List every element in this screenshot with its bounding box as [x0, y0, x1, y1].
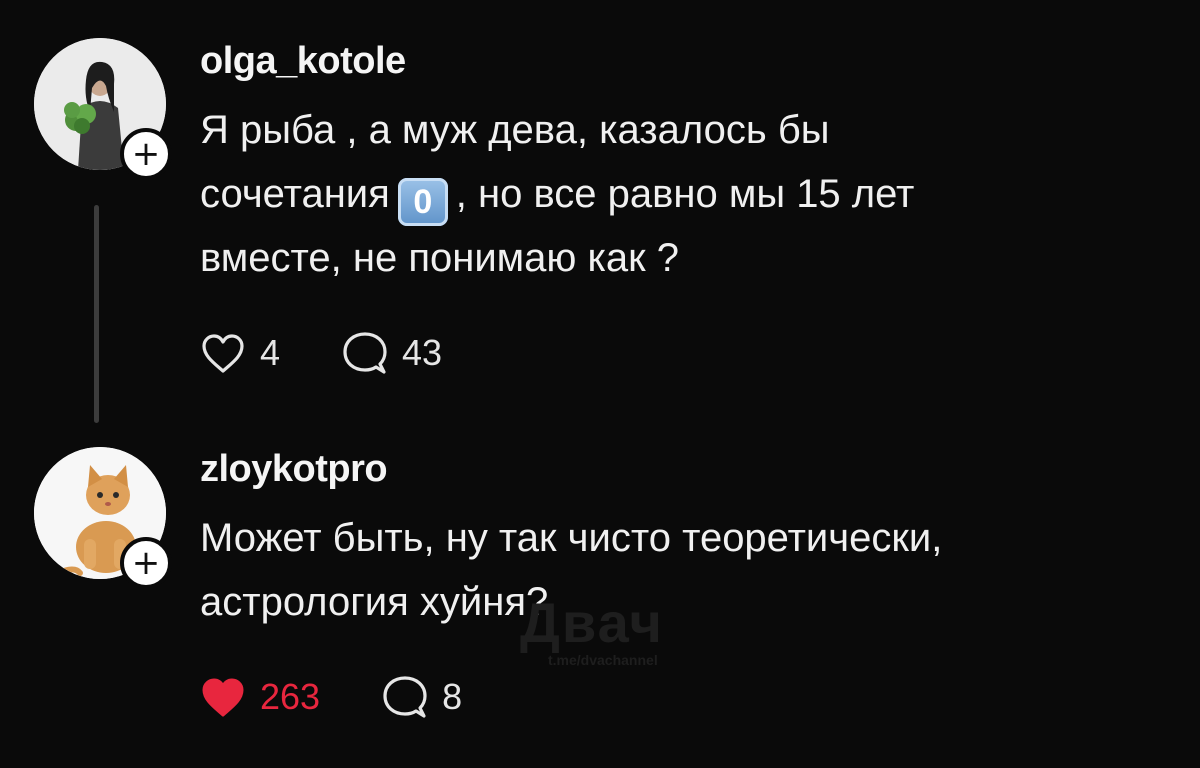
post-text-line: астрология хуйня? [200, 580, 549, 624]
heart-outline-icon [202, 334, 244, 373]
post-actions: 263 8 [200, 674, 524, 720]
post-text-line: Я рыба , а муж дева, казалось бы [200, 108, 830, 152]
follow-button[interactable]: + [120, 537, 172, 589]
post-text-fragment: , но все равно мы 15 лет [455, 172, 915, 216]
post-text-line: вместе, не понимаю как ? [200, 236, 680, 280]
reply-count: 43 [402, 332, 443, 373]
keycap-zero-emoji: 0 [397, 178, 448, 226]
reply-button[interactable]: 8 [382, 674, 462, 720]
post-zloykotpro: + zloykotpro Может быть, ну так чисто те… [0, 430, 1200, 768]
post-text-line: сочетания 0, но все равно мы 15 лет [200, 162, 1160, 226]
post-text-fragment: сочетания [200, 172, 390, 216]
username[interactable]: zloykotpro [200, 448, 388, 491]
like-button[interactable]: 263 [200, 676, 320, 718]
post-olga-kotole: + olga_kotole Я рыба , а муж дева, казал… [0, 0, 1200, 430]
like-count: 263 [260, 676, 321, 717]
post-text: Может быть, ну так чисто теоретически, а… [200, 506, 1160, 634]
comment-bubble-icon [343, 332, 387, 374]
reply-count: 8 [442, 676, 463, 717]
thread-line [94, 205, 99, 423]
post-text-line: Может быть, ну так чисто теоретически, [200, 516, 943, 560]
username[interactable]: olga_kotole [200, 40, 406, 83]
plus-icon: + [131, 134, 161, 174]
like-button[interactable]: 4 [200, 332, 280, 374]
like-count: 4 [260, 332, 281, 373]
comment-bubble-icon [383, 676, 427, 718]
post-text: Я рыба , а муж дева, казалось бы сочетан… [200, 98, 1160, 290]
heart-filled-icon [202, 678, 244, 717]
plus-icon: + [131, 543, 161, 583]
post-actions: 4 43 [200, 330, 504, 376]
reply-button[interactable]: 43 [342, 330, 442, 376]
follow-button[interactable]: + [120, 128, 172, 180]
